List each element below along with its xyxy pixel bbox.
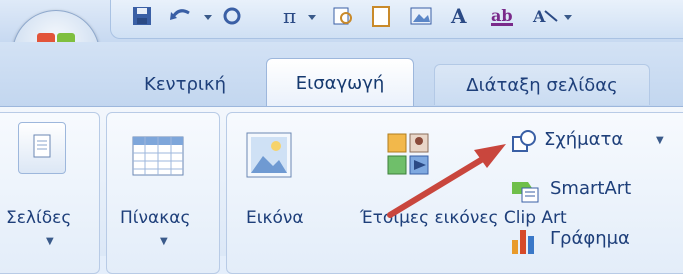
annotation-arrow-icon: [387, 144, 506, 218]
